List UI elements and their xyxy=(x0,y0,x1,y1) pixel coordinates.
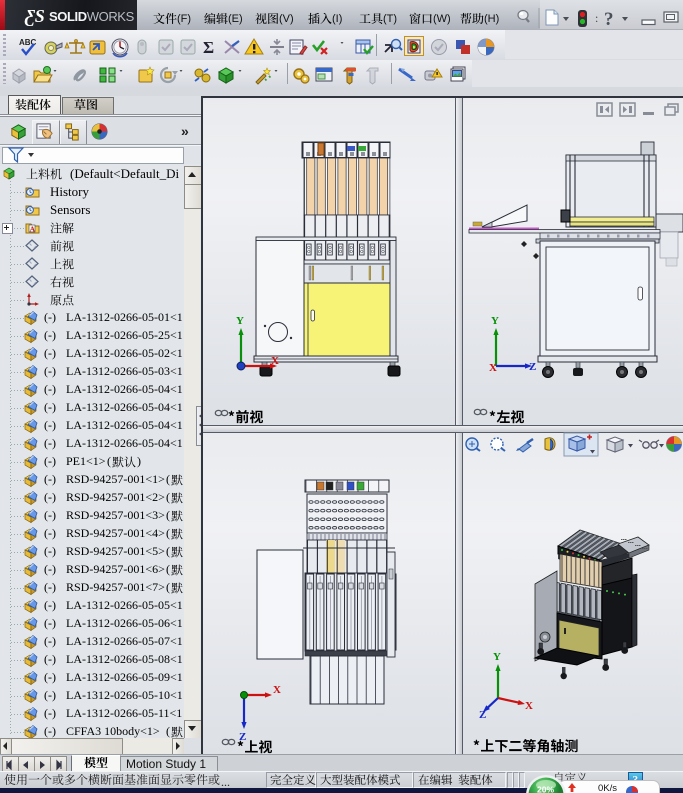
svg-text:Y: Y xyxy=(236,315,244,327)
svg-text:Z: Z xyxy=(479,709,486,721)
svg-text:X: X xyxy=(489,362,497,374)
svg-text:Z: Z xyxy=(529,361,536,373)
svg-text:?: ? xyxy=(604,9,614,30)
svg-text:Σ: Σ xyxy=(203,38,214,57)
svg-text:0K/s: 0K/s xyxy=(598,783,617,793)
svg-text::: : xyxy=(595,11,598,25)
svg-text:X: X xyxy=(273,684,281,696)
svg-text:X: X xyxy=(525,700,533,712)
svg-text:Z: Z xyxy=(239,731,246,743)
svg-text:20%: 20% xyxy=(537,785,554,793)
svg-text:Y: Y xyxy=(493,651,501,663)
svg-text:X: X xyxy=(271,355,279,367)
svg-text:Y: Y xyxy=(491,315,499,327)
